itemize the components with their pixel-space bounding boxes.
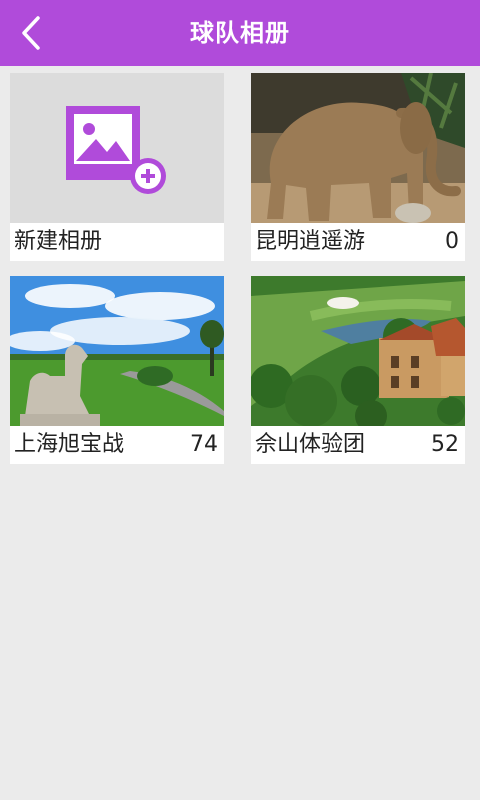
album-name: 佘山体验团	[255, 432, 366, 457]
elephant-photo	[251, 73, 465, 223]
new-album-thumbnail	[10, 73, 224, 223]
add-image-icon	[66, 106, 166, 194]
album-name: 新建相册	[14, 229, 103, 254]
album-thumbnail-golf-statue	[10, 276, 224, 426]
album-thumbnail-elephant	[251, 73, 465, 223]
new-album-card[interactable]: 新建相册	[10, 73, 224, 261]
top-bar: 球队相册	[0, 0, 480, 66]
album-photo-count: 0	[445, 229, 459, 254]
album-photo-count: 52	[431, 432, 459, 457]
album-name: 上海旭宝战	[14, 432, 125, 457]
golf-statue-photo	[10, 276, 224, 426]
album-photo-count: 74	[190, 432, 218, 457]
album-thumbnail-golf-course	[251, 276, 465, 426]
album-name: 昆明逍遥游	[255, 229, 366, 254]
album-card-kunming[interactable]: 昆明逍遥游 0	[251, 73, 465, 261]
page-title: 球队相册	[190, 19, 290, 47]
album-card-sheshan[interactable]: 佘山体验团 52	[251, 276, 465, 464]
golf-course-aerial-photo	[251, 276, 465, 426]
album-card-shanghai[interactable]: 上海旭宝战 74	[10, 276, 224, 464]
